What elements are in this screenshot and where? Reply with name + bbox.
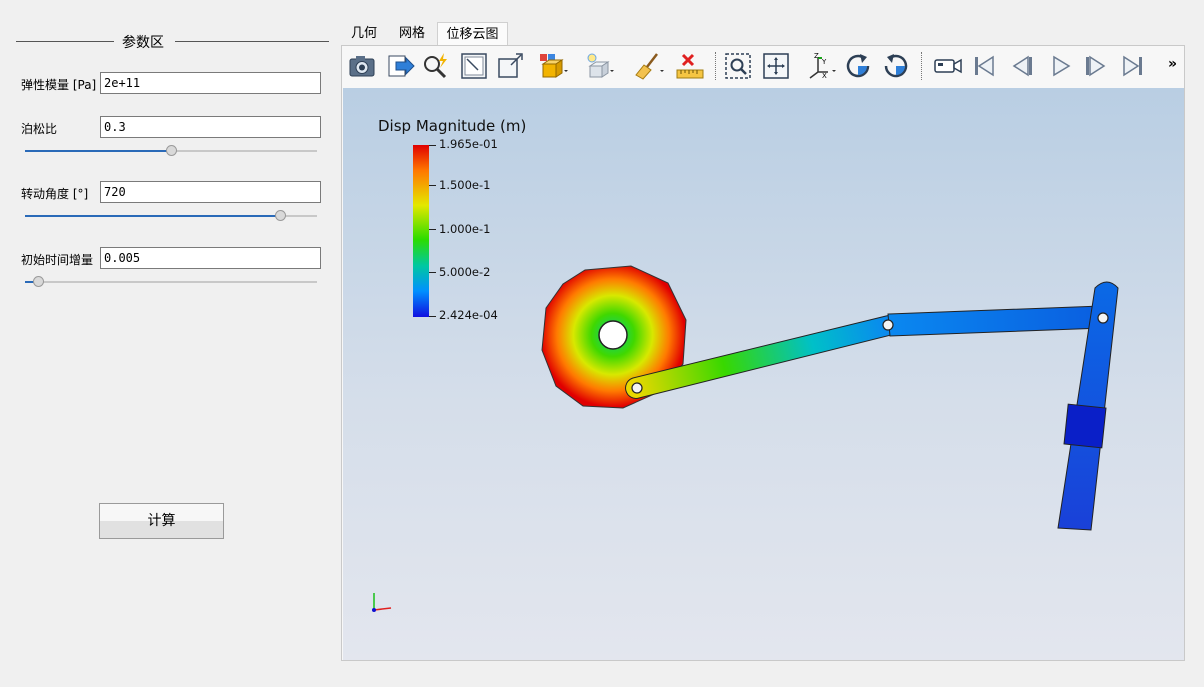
ruler-icon[interactable]	[674, 50, 706, 82]
svg-text:X: X	[822, 72, 827, 80]
rotate-cw-icon[interactable]	[842, 50, 874, 82]
colorbar-label: 1.500e-1	[439, 178, 491, 192]
colorbar-label-max: 1.965e-01	[439, 137, 498, 151]
rocker-link	[887, 305, 1104, 337]
disc-hole	[598, 320, 628, 350]
zoom-to-box-icon[interactable]	[722, 50, 754, 82]
pin	[631, 382, 643, 394]
svg-text:Z: Z	[814, 52, 819, 60]
mechanism-model	[372, 265, 1119, 612]
reset-camera-icon[interactable]	[494, 50, 526, 82]
slider-handle[interactable]	[166, 145, 177, 156]
viewer-toolbar: ZYX »	[342, 46, 1184, 88]
next-frame-icon[interactable]	[1080, 50, 1112, 82]
time-step-slider[interactable]	[25, 276, 317, 288]
pin	[882, 319, 894, 331]
colorbar-scale	[413, 145, 429, 317]
colorbar-label-min: 2.424e-04	[439, 308, 498, 322]
interactive-select-icon[interactable]	[420, 50, 452, 82]
rotation-label: 转动角度 [°]	[21, 187, 89, 201]
render-view[interactable]: Disp Magnitude (m) 1.965e-01 1.500e-1 1.…	[343, 88, 1184, 660]
first-frame-icon[interactable]	[968, 50, 1000, 82]
pin	[1097, 312, 1109, 324]
prev-frame-icon[interactable]	[1006, 50, 1038, 82]
group-title: 参数区	[122, 35, 164, 51]
tab-mesh[interactable]: 网格	[392, 22, 432, 45]
poisson-label: 泊松比	[21, 122, 58, 136]
toolbar-separator	[921, 52, 923, 80]
rotation-slider[interactable]	[25, 210, 317, 222]
export-icon[interactable]	[384, 50, 416, 82]
poisson-input[interactable]: 0.3	[100, 116, 321, 138]
poisson-slider[interactable]	[25, 145, 317, 157]
time-step-input[interactable]: 0.005	[100, 247, 321, 269]
group-line-left	[16, 41, 114, 42]
slider-handle[interactable]	[275, 210, 286, 221]
light-icon[interactable]	[582, 50, 614, 82]
tab-geometry[interactable]: 几何	[344, 22, 384, 45]
last-frame-icon[interactable]	[1117, 50, 1149, 82]
representation-icon[interactable]	[536, 50, 568, 82]
toolbar-overflow-button[interactable]: »	[1168, 56, 1177, 72]
reset-camera-closest-icon[interactable]	[458, 50, 490, 82]
camera-record-icon[interactable]	[932, 50, 964, 82]
camera-icon[interactable]	[346, 50, 378, 82]
axes-orientation-icon[interactable]: ZYX	[804, 50, 836, 82]
clear-icon[interactable]	[632, 50, 664, 82]
youngs-modulus-input[interactable]: 2e+11	[100, 72, 321, 94]
colorbar-label: 1.000e-1	[439, 222, 491, 236]
slider-handle[interactable]	[33, 276, 44, 287]
colorbar-title: Disp Magnitude (m)	[378, 117, 527, 135]
time-step-label: 初始时间增量	[21, 253, 94, 267]
orientation-axes-icon	[372, 593, 392, 612]
rotation-input[interactable]: 720	[100, 181, 321, 203]
youngs-modulus-label: 弹性模量 [Pa]	[21, 78, 97, 92]
slider-block	[1063, 403, 1107, 449]
play-icon[interactable]	[1044, 50, 1076, 82]
compute-button[interactable]: 计算	[99, 503, 224, 539]
rotate-ccw-icon[interactable]	[880, 50, 912, 82]
svg-text:Y: Y	[821, 58, 827, 66]
toolbar-separator	[715, 52, 717, 80]
group-line-right	[175, 41, 329, 42]
colorbar-label: 5.000e-2	[439, 265, 491, 279]
zoom-data-icon[interactable]	[760, 50, 792, 82]
tab-displacement[interactable]: 位移云图	[437, 22, 508, 45]
